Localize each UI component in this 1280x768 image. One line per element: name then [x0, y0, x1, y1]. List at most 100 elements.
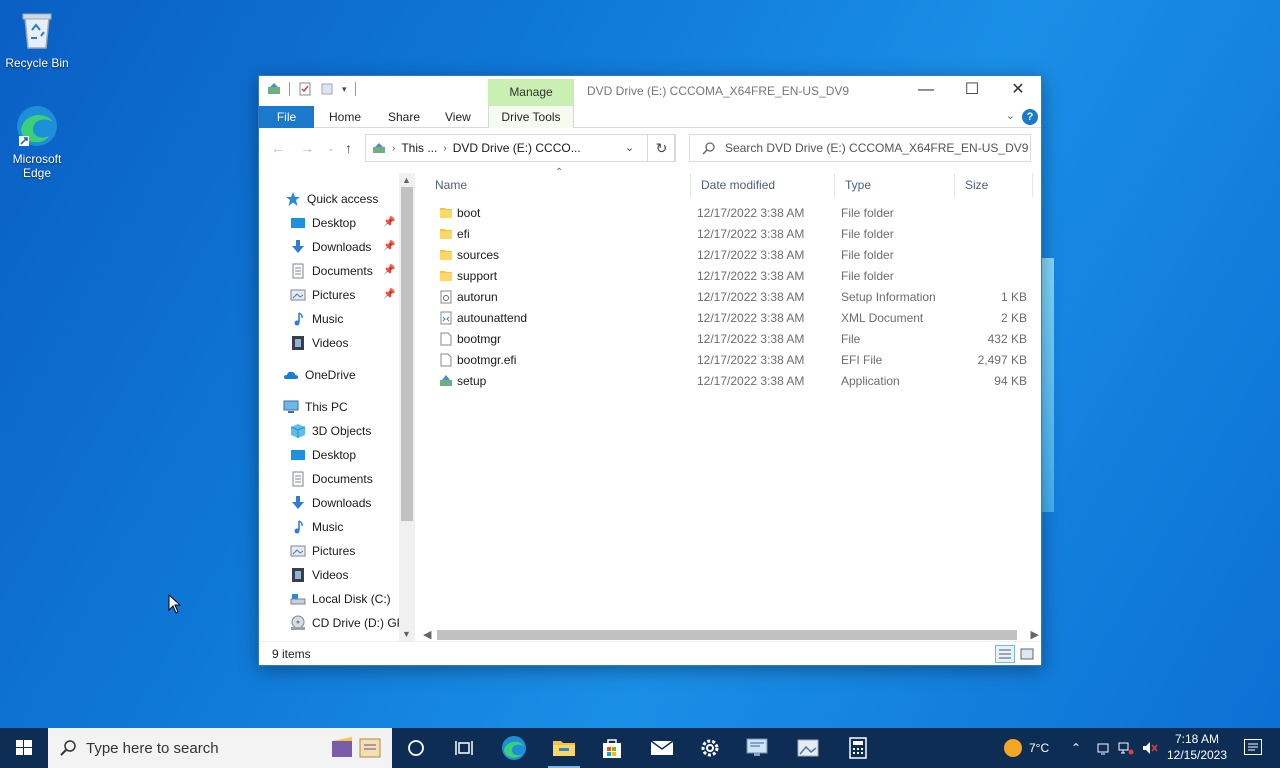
- nav-onedrive[interactable]: OneDrive: [283, 364, 356, 386]
- table-row[interactable]: efi 12/17/2022 3:38 AM File folder: [425, 224, 1033, 245]
- tab-share[interactable]: Share: [388, 106, 420, 128]
- search-box[interactable]: Search DVD Drive (E:) CCCOMA_X64FRE_EN-U…: [689, 134, 1031, 162]
- setup-info-icon: [439, 290, 453, 304]
- breadcrumb-this-pc[interactable]: This ...: [401, 141, 437, 155]
- table-row[interactable]: setup 12/17/2022 3:38 AM Application 94 KB: [425, 371, 1033, 392]
- refresh-button[interactable]: ↻: [647, 134, 676, 162]
- scroll-up-arrow-icon[interactable]: ▲: [402, 175, 411, 185]
- nav-local-disk-c[interactable]: Local Disk (C:): [290, 588, 391, 610]
- cortana-button[interactable]: [392, 728, 440, 768]
- weather-widget[interactable]: 7°C: [1003, 728, 1049, 768]
- start-button[interactable]: [0, 728, 48, 768]
- file-name: autorun: [457, 290, 498, 304]
- tab-view[interactable]: View: [445, 106, 471, 128]
- nav-quick-access[interactable]: Quick access: [285, 188, 378, 210]
- taskbar-app-mail[interactable]: [638, 728, 686, 768]
- forward-arrow-icon[interactable]: →: [300, 140, 314, 156]
- column-header-size[interactable]: Size: [955, 173, 1033, 197]
- nav-pc-desktop[interactable]: Desktop: [290, 444, 356, 466]
- scrollbar-thumb[interactable]: [401, 187, 413, 521]
- nav-qa-pictures[interactable]: Pictures: [290, 284, 355, 306]
- search-input[interactable]: Search DVD Drive (E:) CCCOMA_X64FRE_EN-U…: [725, 141, 1028, 155]
- taskbar-search-input[interactable]: Type here to search: [86, 740, 219, 757]
- scroll-left-arrow-icon[interactable]: ◀: [423, 628, 431, 641]
- details-view-button[interactable]: [995, 645, 1015, 663]
- taskbar-search-box[interactable]: Type here to search: [48, 728, 392, 768]
- table-row[interactable]: autounattend 12/17/2022 3:38 AM XML Docume…: [425, 308, 1033, 329]
- properties-icon[interactable]: [298, 82, 312, 96]
- taskbar-app-photos[interactable]: [784, 728, 832, 768]
- back-arrow-icon[interactable]: ←: [271, 140, 285, 156]
- nav-qa-documents[interactable]: Documents: [290, 260, 373, 282]
- table-row[interactable]: bootmgr.efi 12/17/2022 3:38 AM EFI File 2,4…: [425, 350, 1033, 371]
- table-row[interactable]: autorun 12/17/2022 3:38 AM Setup Informati…: [425, 287, 1033, 308]
- scroll-right-arrow-icon[interactable]: ▶: [1031, 628, 1039, 641]
- tab-home[interactable]: Home: [329, 106, 361, 128]
- table-row[interactable]: support 12/17/2022 3:38 AM File folder: [425, 266, 1033, 287]
- music-note-icon: [294, 312, 303, 326]
- taskbar-app-microsoft-store[interactable]: [588, 728, 636, 768]
- nav-this-pc[interactable]: This PC: [283, 396, 348, 418]
- notification-center-icon[interactable]: [1244, 739, 1262, 755]
- file-explorer-window: ▾ Manage DVD Drive (E:) CCCOMA_X64FRE_EN…: [258, 75, 1042, 666]
- nav-pc-music[interactable]: Music: [290, 516, 343, 538]
- nav-qa-music[interactable]: Music: [290, 308, 343, 330]
- table-row[interactable]: boot 12/17/2022 3:38 AM File folder: [425, 203, 1033, 224]
- breadcrumb-dvd-drive[interactable]: DVD Drive (E:) CCCO...: [453, 141, 581, 155]
- pin-icon[interactable]: 📌: [383, 265, 395, 276]
- column-header-date-modified[interactable]: Date modified: [691, 173, 835, 197]
- taskbar-app-remote-desktop[interactable]: [734, 728, 782, 768]
- minimize-button[interactable]: —: [903, 76, 949, 106]
- nav-3d-objects[interactable]: 3D Objects: [290, 420, 371, 442]
- nav-cd-drive-d[interactable]: CD Drive (D:) GP: [290, 612, 405, 634]
- nav-pc-pictures[interactable]: Pictures: [290, 540, 355, 562]
- close-button[interactable]: ✕: [995, 76, 1041, 106]
- up-arrow-icon[interactable]: ↑: [345, 140, 352, 156]
- task-view-button[interactable]: [440, 728, 488, 768]
- show-hidden-icons-button[interactable]: ⌃: [1071, 728, 1081, 768]
- nav-item-label: Videos: [312, 336, 349, 350]
- nav-qa-downloads[interactable]: Downloads: [290, 236, 371, 258]
- expand-ribbon-chevron-icon[interactable]: ⌄: [1006, 109, 1015, 122]
- help-icon[interactable]: ?: [1022, 109, 1038, 125]
- tab-drive-tools[interactable]: Drive Tools: [488, 106, 574, 128]
- scroll-down-arrow-icon[interactable]: ▼: [402, 629, 411, 639]
- column-header-type[interactable]: Type: [835, 173, 955, 197]
- desktop-icon-microsoft-edge[interactable]: Microsoft Edge: [1, 104, 73, 180]
- customize-toolbar-icon[interactable]: ▾: [342, 84, 347, 95]
- navpane-vertical-scrollbar[interactable]: ▲ ▼: [399, 173, 415, 641]
- column-header-name[interactable]: Name: [425, 173, 691, 197]
- address-dropdown-chevron-icon[interactable]: ⌄: [625, 141, 634, 154]
- nav-pc-downloads[interactable]: Downloads: [290, 492, 371, 514]
- pin-icon[interactable]: 📌: [383, 289, 395, 300]
- tray-volume[interactable]: [1142, 728, 1158, 768]
- tray-meet-now[interactable]: [1096, 728, 1110, 768]
- nav-item-label: This PC: [305, 400, 348, 414]
- maximize-button[interactable]: ☐: [949, 76, 995, 106]
- table-row[interactable]: bootmgr 12/17/2022 3:38 AM File 432 KB: [425, 329, 1033, 350]
- nav-qa-videos[interactable]: Videos: [290, 332, 348, 354]
- breadcrumb-chevron-icon: ›: [443, 142, 447, 154]
- large-icons-view-button[interactable]: [1017, 645, 1037, 663]
- tray-network[interactable]: [1118, 728, 1134, 768]
- file-size: 432 KB: [987, 332, 1027, 346]
- recent-locations-chevron-icon[interactable]: ⌄: [327, 143, 335, 154]
- nav-pc-documents[interactable]: Documents: [290, 468, 373, 490]
- file-date-modified: 12/17/2022 3:38 AM: [697, 374, 805, 388]
- taskbar-clock[interactable]: 7:18 AM 12/15/2023: [1162, 731, 1232, 763]
- pin-icon[interactable]: 📌: [383, 217, 395, 228]
- table-row[interactable]: sources 12/17/2022 3:38 AM File folder: [425, 245, 1033, 266]
- drive-properties-icon[interactable]: [267, 82, 281, 96]
- nav-pc-videos[interactable]: Videos: [290, 564, 348, 586]
- taskbar-app-settings[interactable]: [686, 728, 734, 768]
- desktop-icon-recycle-bin[interactable]: Recycle Bin: [1, 8, 73, 70]
- tab-file[interactable]: File: [259, 106, 314, 128]
- new-folder-icon[interactable]: [320, 82, 334, 96]
- taskbar-app-calculator[interactable]: [834, 728, 882, 768]
- taskbar-app-file-explorer[interactable]: [540, 728, 588, 768]
- tab-manage-contextual[interactable]: Manage: [488, 79, 574, 106]
- nav-qa-desktop[interactable]: Desktop: [290, 212, 356, 234]
- pin-icon[interactable]: 📌: [383, 241, 395, 252]
- scrollbar-thumb[interactable]: [437, 630, 1017, 640]
- taskbar-app-edge[interactable]: [490, 728, 538, 768]
